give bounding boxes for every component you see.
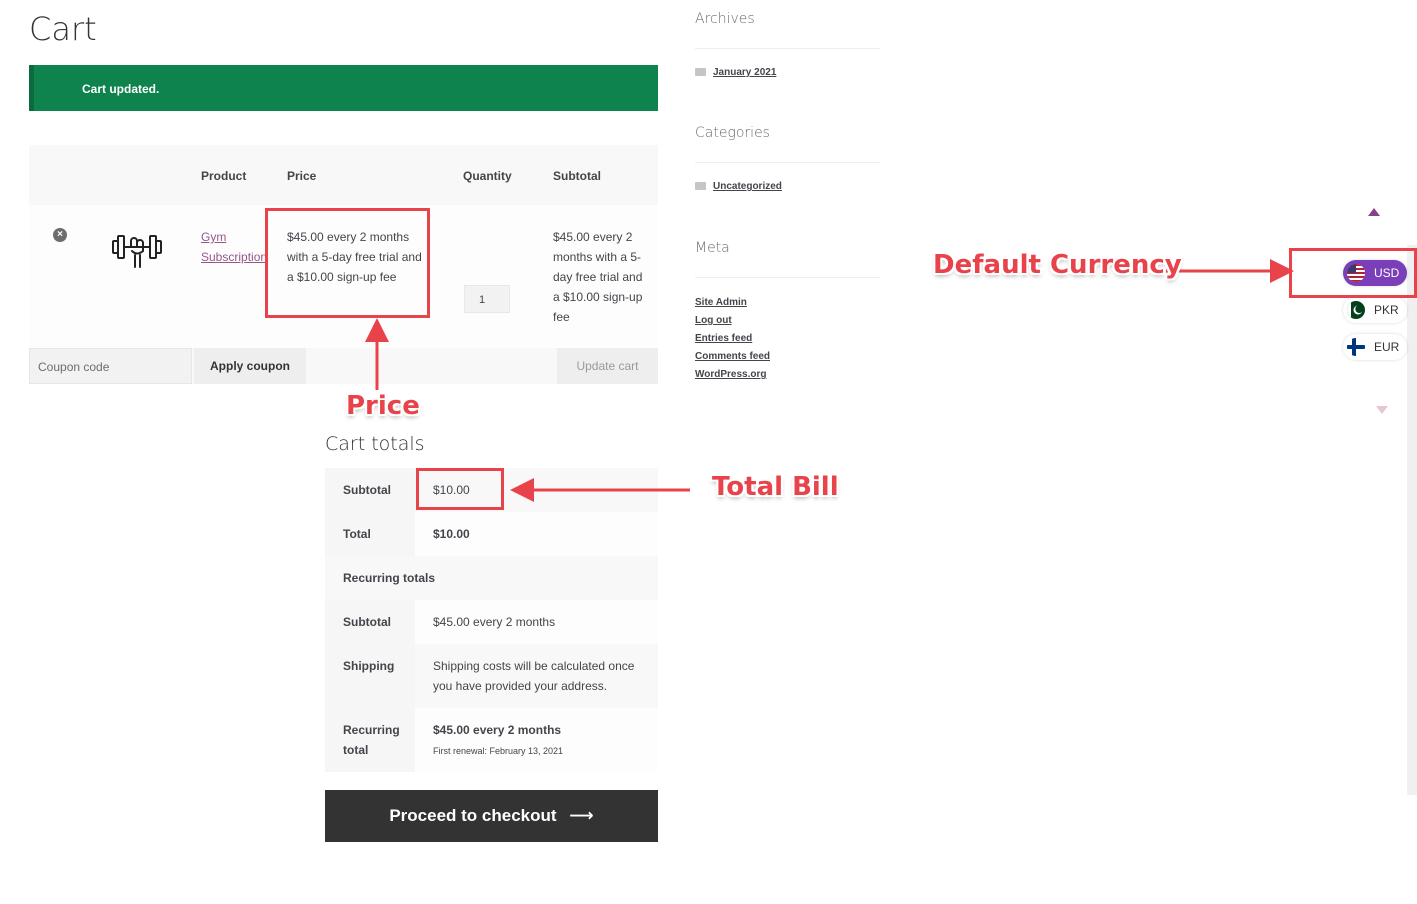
annotation-arrows: [365, 259, 1294, 502]
default-currency-annotation: Default Currency: [933, 250, 1182, 280]
total-bill-annotation: Total Bill: [712, 472, 839, 502]
price-annotation: Price: [346, 391, 420, 421]
